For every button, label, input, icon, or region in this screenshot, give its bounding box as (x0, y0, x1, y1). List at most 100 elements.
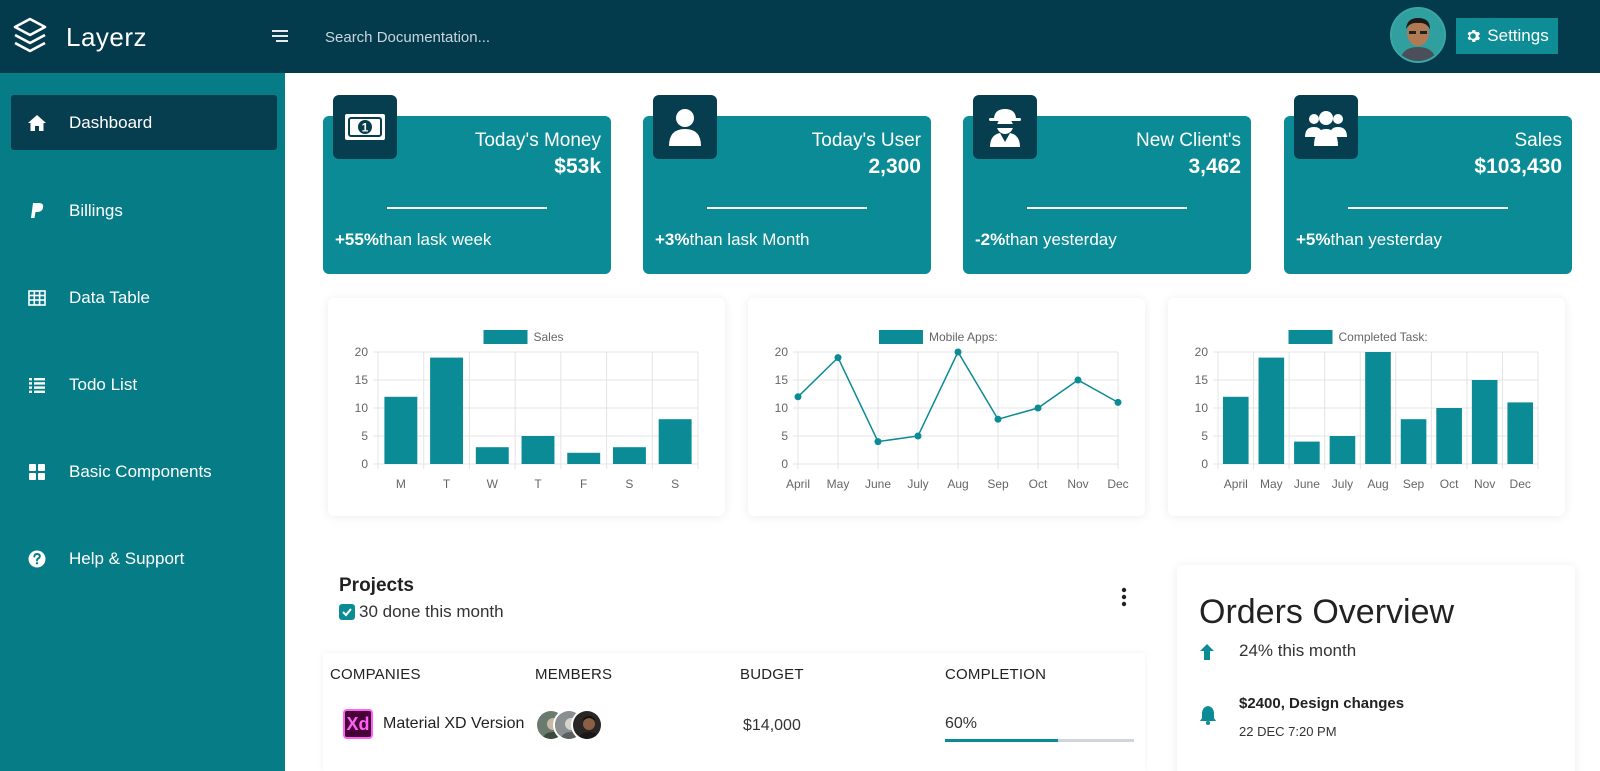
bar[interactable] (1507, 402, 1534, 464)
chart-card-completed-task: Completed Task: 0 5 10 15 20 April May June July A… (1168, 298, 1565, 516)
bar[interactable] (475, 447, 509, 464)
y-tick-label: 5 (781, 429, 788, 443)
completion-progress-fill (945, 739, 1059, 742)
table-icon (25, 288, 49, 308)
bar[interactable] (567, 452, 601, 464)
stat-label: New Client's (1136, 130, 1241, 151)
bar[interactable] (384, 396, 418, 464)
avatar[interactable] (1390, 7, 1446, 63)
legend-swatch[interactable] (1288, 330, 1333, 344)
settings-label: Settings (1487, 26, 1549, 45)
search-input[interactable] (325, 25, 725, 49)
divider (707, 207, 867, 209)
sidebar-item-todo-list[interactable]: Todo List (11, 357, 277, 412)
y-tick-label: 5 (1201, 429, 1208, 443)
divider (1348, 207, 1508, 209)
data-point[interactable] (794, 393, 802, 401)
x-tick-label: T (443, 477, 451, 491)
data-point[interactable] (1114, 398, 1122, 406)
stat-card-money: 1 Today's Money $53k +55%than lask week (323, 95, 611, 274)
stat-value: $53k (554, 155, 601, 178)
y-tick-label: 15 (1195, 373, 1209, 387)
svg-text:1: 1 (362, 121, 369, 135)
sidebar-item-label: Data Table (69, 287, 150, 307)
bar[interactable] (430, 357, 464, 464)
x-tick-label: Oct (1029, 477, 1048, 491)
bar[interactable] (1436, 408, 1462, 464)
completed-task-bar-chart: Completed Task: 0 5 10 15 20 April May June July A… (1195, 330, 1539, 491)
company-name[interactable]: Material XD Version (383, 715, 524, 733)
question-circle-icon (25, 549, 49, 569)
gear-icon (1467, 30, 1481, 42)
legend-swatch[interactable] (483, 330, 528, 344)
x-tick-label: Aug (947, 477, 968, 491)
data-point[interactable] (914, 432, 922, 440)
data-point[interactable] (1074, 376, 1082, 384)
y-tick-label: 10 (775, 401, 789, 415)
main-content: 1 Today's Money $53k +55%than lask week … (285, 73, 1600, 771)
data-point[interactable] (874, 438, 882, 446)
stat-value: 2,300 (868, 155, 921, 178)
bell-icon (1199, 705, 1217, 725)
stat-card-users: Today's User 2,300 +3%than lask Month (643, 95, 931, 274)
x-tick-label: Dec (1107, 477, 1128, 491)
sales-bar-chart: Sales 0 5 10 15 20 M T W T F S S (355, 330, 699, 491)
bar[interactable] (658, 419, 692, 464)
x-tick-label: July (907, 477, 928, 491)
member-avatar[interactable] (571, 709, 603, 741)
settings-button[interactable]: Settings (1456, 18, 1558, 54)
stat-label: Today's User (811, 130, 921, 151)
x-tick-label: M (396, 477, 406, 491)
sidebar-item-label: Help & Support (69, 548, 185, 568)
top-bar: Layerz Settings (0, 0, 1600, 73)
bar[interactable] (1329, 436, 1356, 464)
data-point[interactable] (1034, 404, 1042, 412)
stat-change: +55%than lask week (335, 230, 492, 249)
data-point[interactable] (834, 354, 842, 362)
bar[interactable] (1471, 380, 1498, 464)
bar[interactable] (1365, 352, 1391, 464)
menu-toggle-icon[interactable] (268, 27, 292, 47)
sidebar: Dashboard Billings Data Table Todo List … (0, 73, 285, 771)
sidebar-item-label: Todo List (69, 374, 138, 394)
sidebar-item-data-table[interactable]: Data Table (11, 270, 277, 325)
stat-card-clients: New Client's 3,462 -2%than yesterday (963, 95, 1251, 274)
user-secret-icon (973, 95, 1037, 159)
stat-change: +3%than lask Month (655, 230, 810, 249)
legend-label[interactable]: Completed Task: (1339, 330, 1428, 344)
x-tick-label: May (827, 477, 850, 491)
sidebar-item-help-support[interactable]: Help & Support (11, 531, 277, 586)
x-tick-label: April (1224, 477, 1248, 491)
y-tick-label: 10 (1195, 401, 1209, 415)
legend-swatch[interactable] (879, 330, 923, 344)
legend-label[interactable]: Mobile Apps: (929, 330, 998, 344)
order-item-title[interactable]: $2400, Design changes (1239, 695, 1404, 712)
bar[interactable] (1258, 357, 1285, 464)
x-tick-label: June (865, 477, 891, 491)
brand[interactable]: Layerz (12, 16, 147, 59)
projects-subtitle: 30 done this month (339, 602, 504, 622)
bar[interactable] (521, 436, 555, 464)
sidebar-item-label: Billings (69, 200, 123, 220)
x-tick-label: F (580, 477, 587, 491)
sidebar-item-dashboard[interactable]: Dashboard (11, 95, 277, 150)
y-tick-label: 20 (355, 345, 369, 359)
data-point[interactable] (954, 348, 962, 356)
sidebar-item-label: Dashboard (69, 112, 153, 132)
sidebar-item-basic-components[interactable]: Basic Components (11, 444, 277, 499)
mobile-apps-line-chart: Mobile Apps: 0 5 10 15 20 April May June July Aug S… (775, 330, 1129, 491)
x-tick-label: Oct (1440, 477, 1459, 491)
bar[interactable] (612, 447, 646, 464)
x-tick-label: Nov (1067, 477, 1088, 491)
bar[interactable] (1294, 441, 1320, 464)
legend-label[interactable]: Sales (534, 330, 564, 344)
paypal-icon (25, 201, 49, 221)
bar[interactable] (1400, 419, 1427, 464)
orders-overview-card: Orders Overview 24% this month $2400, De… (1177, 565, 1575, 771)
sidebar-item-billings[interactable]: Billings (11, 183, 277, 238)
more-options-icon[interactable] (1117, 586, 1131, 608)
stat-label: Today's Money (474, 130, 601, 151)
data-point[interactable] (994, 415, 1002, 423)
y-tick-label: 15 (355, 373, 369, 387)
bar[interactable] (1222, 396, 1249, 464)
